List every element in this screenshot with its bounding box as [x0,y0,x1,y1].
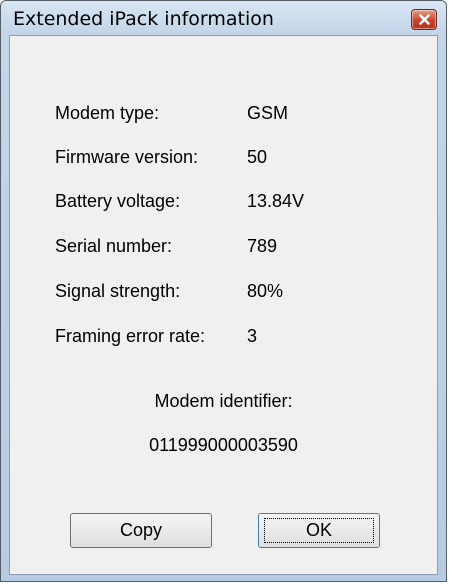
dialog-content: Modem type: GSM Firmware version: 50 Bat… [9,35,438,575]
ok-button[interactable]: OK [258,513,380,548]
title-bar[interactable]: Extended iPack information [1,1,446,35]
signal-strength-row: Signal strength: 80% [10,281,437,305]
modem-type-label: Modem type: [55,103,160,123]
window-title: Extended iPack information [13,8,274,30]
framing-error-rate-label: Framing error rate: [55,326,206,346]
serial-number-row: Serial number: 789 [10,236,437,260]
close-button[interactable] [411,9,437,30]
modem-type-row: Modem type: GSM [10,103,437,127]
serial-number-value: 789 [247,236,278,256]
firmware-version-value: 50 [247,147,268,167]
framing-error-rate-value: 3 [247,326,258,346]
modem-identifier-value: 011999000003590 [149,435,298,455]
modem-type-value: GSM [247,103,289,123]
copy-button[interactable]: Copy [70,513,212,548]
battery-voltage-row: Battery voltage: 13.84V [10,191,437,215]
copy-button-label: Copy [119,520,163,540]
battery-voltage-label: Battery voltage: [55,191,181,211]
firmware-version-label: Firmware version: [55,147,199,167]
ok-button-label: OK [305,520,332,540]
signal-strength-value: 80% [247,281,284,301]
framing-error-rate-row: Framing error rate: 3 [10,326,437,350]
dialog-window: Extended iPack information Modem type: G… [0,0,447,582]
modem-identifier-label: Modem identifier: [154,391,293,411]
firmware-version-row: Firmware version: 50 [10,147,437,171]
focus-rectangle: OK [264,518,374,543]
battery-voltage-value: 13.84V [247,191,305,211]
close-icon [419,14,430,25]
serial-number-label: Serial number: [55,236,173,256]
signal-strength-label: Signal strength: [55,281,181,301]
